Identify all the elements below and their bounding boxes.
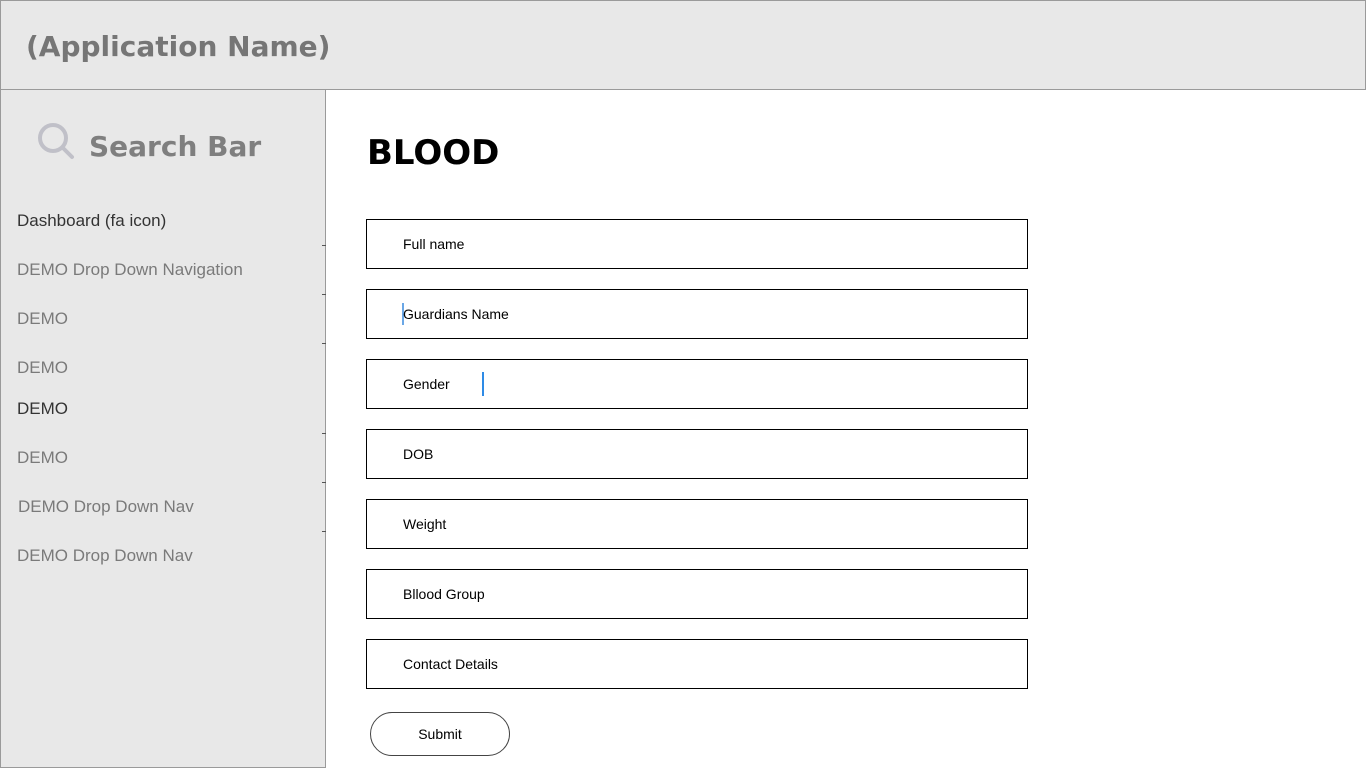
app-name: (Application Name)	[26, 30, 331, 63]
search-icon	[38, 123, 74, 159]
search-bar[interactable]: Search Bar	[37, 122, 297, 174]
sidebar-item-dashboard[interactable]: Dashboard (fa icon)	[17, 211, 342, 231]
nav-divider	[322, 343, 326, 344]
sidebar: Search Bar Dashboard (fa icon) DEMO Drop…	[0, 90, 326, 768]
sidebar-item-demo-2[interactable]: DEMO	[17, 358, 342, 378]
sidebar-item-demo-3[interactable]: DEMO	[17, 399, 342, 419]
sidebar-item-demo-1[interactable]: DEMO	[17, 309, 342, 329]
nav-divider	[322, 245, 326, 246]
field-label: Gender	[403, 376, 450, 392]
field-label: Bllood Group	[403, 586, 485, 602]
sidebar-item-demo-4[interactable]: DEMO	[17, 448, 342, 468]
app-header: (Application Name)	[0, 0, 1366, 90]
nav-divider	[322, 433, 326, 434]
field-label: DOB	[403, 446, 434, 462]
text-caret	[482, 372, 484, 396]
blood-group-field[interactable]: Bllood Group	[366, 569, 1028, 619]
search-placeholder: Search Bar	[89, 130, 262, 163]
guardians-name-field[interactable]: Guardians Name	[366, 289, 1028, 339]
full-name-field[interactable]: Full name	[366, 219, 1028, 269]
field-label: Contact Details	[403, 656, 498, 672]
nav-divider	[322, 294, 326, 295]
field-label: Guardians Name	[403, 306, 509, 322]
nav-divider	[322, 531, 326, 532]
field-label: Weight	[403, 516, 447, 532]
nav-divider	[322, 482, 326, 483]
sidebar-item-demo-drop-down-navigation[interactable]: DEMO Drop Down Navigation	[17, 260, 342, 280]
sidebar-nav: Dashboard (fa icon) DEMO Drop Down Navig…	[1, 197, 326, 581]
field-label: Full name	[403, 236, 465, 252]
dob-field[interactable]: DOB	[366, 429, 1028, 479]
gender-field[interactable]: Gender	[366, 359, 1028, 409]
page-title: BLOOD	[367, 133, 500, 173]
sidebar-item-demo-drop-down-nav-2[interactable]: DEMO Drop Down Nav	[17, 546, 342, 566]
weight-field[interactable]: Weight	[366, 499, 1028, 549]
sidebar-item-demo-drop-down-nav-1[interactable]: DEMO Drop Down Nav	[18, 497, 343, 517]
submit-button[interactable]: Submit	[370, 712, 510, 756]
contact-details-field[interactable]: Contact Details	[366, 639, 1028, 689]
